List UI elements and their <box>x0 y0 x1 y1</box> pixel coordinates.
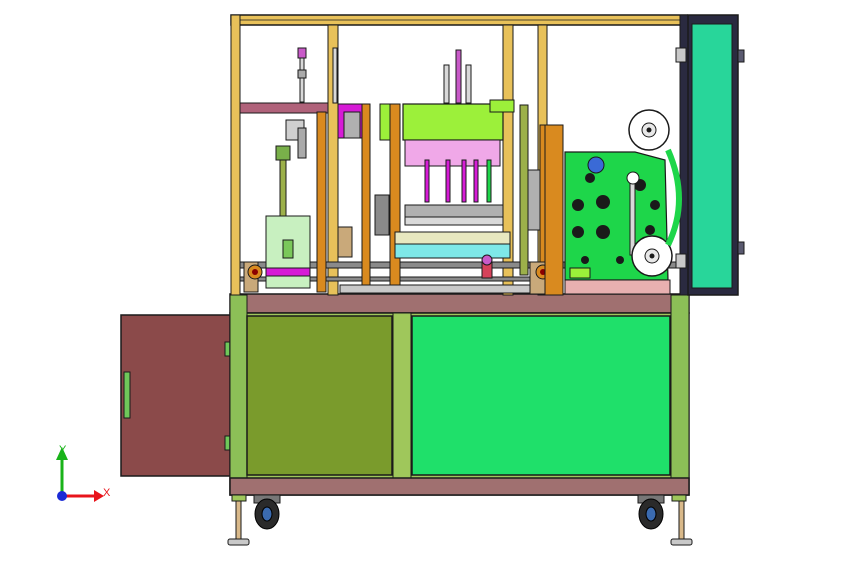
z-axis-dot <box>57 491 67 501</box>
leveling-foot-right <box>670 500 693 546</box>
cabinet-right-post <box>670 294 690 496</box>
x-axis-label: X <box>103 487 111 499</box>
left-side-door[interactable] <box>120 314 232 477</box>
orange-column-2 <box>361 103 371 293</box>
foot-block-right <box>671 494 687 502</box>
right-door-hinge-1 <box>675 47 687 63</box>
olive-door[interactable] <box>246 315 393 476</box>
orange-column-1 <box>316 111 327 293</box>
machine-drawing: Y X <box>56 14 745 546</box>
cabinet-left-post <box>229 294 248 496</box>
mid-beam-left <box>239 102 329 114</box>
caster-right <box>637 494 665 530</box>
caster-left <box>253 494 281 530</box>
leveling-foot-left <box>227 500 250 546</box>
tape-roll-top <box>628 109 670 151</box>
cyan-conveyor <box>394 243 511 259</box>
label-unit <box>544 109 682 296</box>
right-door-hinge-2 <box>675 253 687 269</box>
cylinder-rod-2 <box>332 47 338 104</box>
left-door-handle <box>123 371 131 419</box>
cabinet-bottom-rail <box>229 477 690 496</box>
green-door[interactable] <box>411 315 671 476</box>
deck-plate <box>229 293 690 314</box>
tape-roll-bottom <box>631 235 673 277</box>
lower-cabinet <box>120 293 693 546</box>
pink-plate <box>404 139 501 167</box>
left-mechanism <box>243 47 401 293</box>
cabinet-mid-post <box>392 312 412 479</box>
frame-post-left <box>230 14 241 296</box>
foot-block-left <box>231 494 247 502</box>
lime-head <box>402 103 504 141</box>
central-press <box>339 49 553 295</box>
axis-triad: Y X <box>56 444 111 502</box>
cad-viewport[interactable]: Y X <box>0 0 867 562</box>
y-axis-label: Y <box>59 444 67 456</box>
orange-column-3 <box>389 103 401 293</box>
